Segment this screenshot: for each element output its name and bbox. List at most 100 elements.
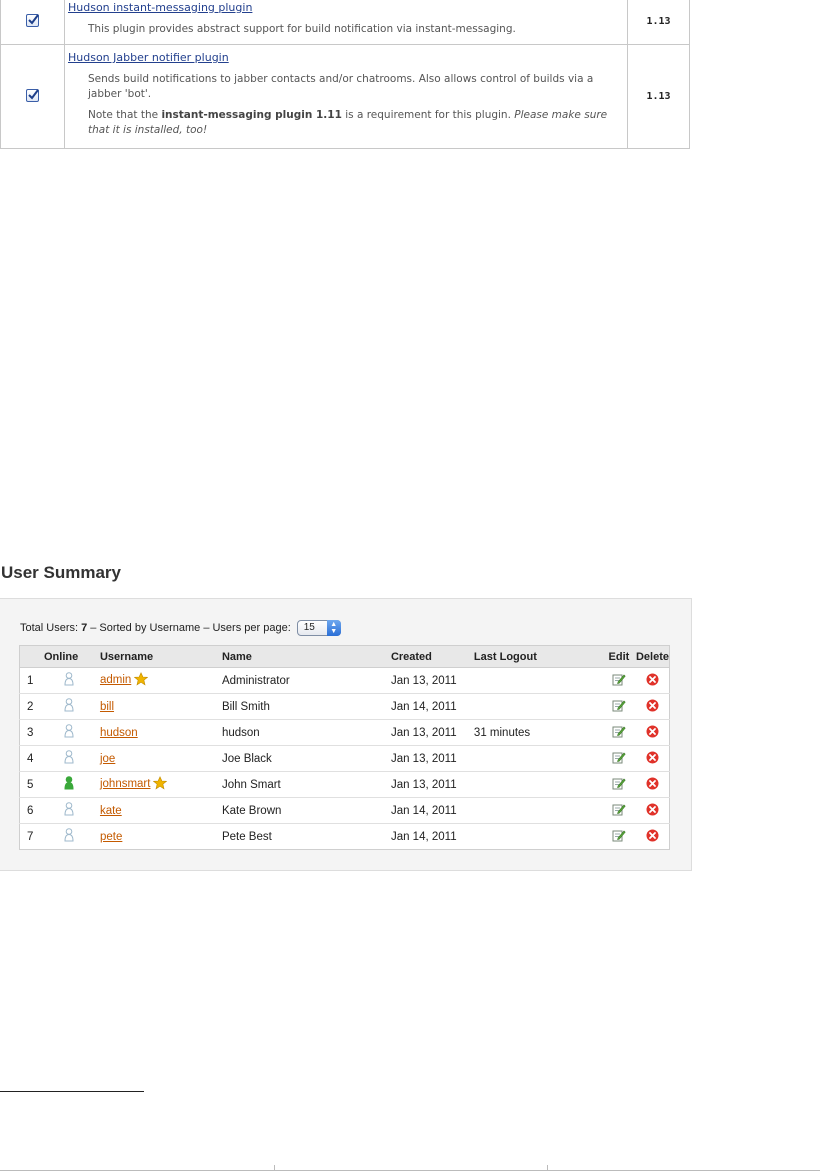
table-row: 3 hudson hudson Jan 13, 2011 31 minutes [19, 719, 670, 746]
edit-cell [601, 745, 636, 772]
users-per-page-select[interactable]: 15 ▲ ▼ [296, 620, 341, 636]
checkbox-checked-icon[interactable] [26, 14, 39, 27]
created-cell: Jan 13, 2011 [390, 771, 474, 798]
delete-cell [635, 771, 670, 798]
last-logout-cell [473, 797, 602, 824]
online-cell [44, 824, 100, 850]
note-text: Note that the [88, 109, 162, 121]
edit-icon[interactable] [612, 700, 626, 715]
row-number: 6 [19, 797, 44, 824]
row-number: 5 [19, 771, 44, 798]
col-created[interactable]: Created [390, 645, 474, 668]
edit-icon[interactable] [612, 804, 626, 819]
note-bold: instant-messaging plugin 1.11 [161, 109, 342, 121]
col-last-logout[interactable]: Last Logout [473, 645, 602, 668]
col-name[interactable]: Name [221, 645, 391, 668]
delete-icon[interactable] [646, 777, 659, 793]
row-number: 4 [19, 745, 44, 772]
created-cell: Jan 13, 2011 [390, 745, 474, 772]
user-online-icon [64, 776, 74, 793]
col-online[interactable]: Online [43, 645, 100, 668]
delete-icon[interactable] [646, 673, 659, 689]
last-logout-cell [473, 771, 602, 798]
checkbox-checked-icon[interactable] [26, 89, 39, 102]
delete-cell [635, 745, 670, 772]
delete-cell [635, 797, 670, 824]
edit-cell [602, 824, 636, 850]
col-number [19, 645, 44, 668]
created-cell: Jan 14, 2011 [390, 693, 474, 720]
online-cell [43, 797, 100, 824]
username-cell: johnsmart [99, 771, 222, 798]
table-row: 6 kate Kate Brown Jan 14, 2011 [19, 797, 670, 824]
edit-icon[interactable] [612, 778, 626, 793]
delete-icon[interactable] [646, 829, 659, 845]
username-link[interactable]: johnsmart [100, 778, 151, 790]
plugin-name-link[interactable]: Hudson instant-messaging plugin [68, 1, 623, 14]
username-link[interactable]: joe [100, 753, 115, 765]
username-link[interactable]: kate [100, 805, 122, 817]
delete-icon[interactable] [646, 751, 659, 767]
username-link[interactable]: admin [100, 674, 131, 686]
delete-cell [635, 719, 670, 746]
last-logout-cell [473, 667, 602, 694]
col-delete: Delete [635, 645, 670, 668]
table-row: 4 joe Joe Black Jan 13, 2011 [19, 745, 670, 772]
star-icon [134, 672, 149, 689]
total-users-label: Total Users: [20, 622, 79, 634]
last-logout-cell [473, 693, 602, 720]
col-username[interactable]: Username [99, 645, 222, 668]
created-cell: Jan 13, 2011 [390, 667, 474, 694]
row-number: 3 [19, 719, 44, 746]
edit-icon[interactable] [612, 726, 626, 741]
online-cell [43, 693, 100, 720]
user-summary-toolbar: Total Users: 7– Sorted by Username – User… [20, 618, 341, 638]
bottom-rule-tick [547, 1165, 548, 1171]
edit-cell [601, 667, 636, 694]
plugin-table: Hudson instant-messaging plugin This plu… [0, 0, 690, 149]
row-number: 2 [19, 693, 44, 720]
table-row: 7 pete Pete Best Jan 14, 2011 [20, 824, 670, 850]
plugin-note: Note that the instant-messaging plugin 1… [88, 108, 623, 138]
username-cell: bill [99, 693, 222, 720]
plugin-name-link[interactable]: Hudson Jabber notifier plugin [68, 51, 623, 64]
col-edit: Edit [601, 645, 636, 668]
created-cell: Jan 14, 2011 [390, 797, 474, 824]
users-table: Online Username Name Created Last Logout… [19, 645, 670, 850]
plugin-description: Sends build notifications to jabber cont… [88, 73, 594, 100]
online-cell [43, 771, 100, 798]
edit-icon[interactable] [612, 674, 626, 689]
username-link[interactable]: pete [100, 831, 122, 843]
footnote-rule [0, 1091, 144, 1092]
user-offline-icon [64, 828, 74, 845]
user-offline-icon [64, 802, 74, 819]
plugin-description-cell: Hudson Jabber notifier plugin Sends buil… [64, 44, 628, 149]
username-cell: pete [100, 824, 222, 850]
plugin-description-cell: Hudson instant-messaging plugin This plu… [64, 0, 628, 45]
delete-icon[interactable] [646, 699, 659, 715]
name-cell: John Smart [221, 771, 391, 798]
user-summary-panel: Total Users: 7– Sorted by Username – User… [0, 598, 692, 871]
last-logout-cell [474, 824, 602, 850]
online-cell [43, 667, 100, 694]
total-users-count: 7 [81, 622, 88, 634]
username-link[interactable]: hudson [100, 727, 138, 739]
plugin-version: 1.13 [627, 0, 690, 45]
delete-icon[interactable] [646, 725, 659, 741]
plugin-version: 1.13 [627, 44, 690, 149]
note-text: is a requirement for this plugin. [341, 109, 515, 121]
row-number: 7 [27, 830, 34, 843]
edit-icon[interactable] [612, 752, 626, 767]
username-link[interactable]: bill [100, 701, 114, 713]
delete-icon[interactable] [646, 803, 659, 819]
name-cell: Bill Smith [221, 693, 391, 720]
edit-cell [601, 797, 636, 824]
username-cell: joe [99, 745, 222, 772]
sort-info: – Sorted by Username – Users per page: [90, 622, 291, 634]
edit-icon[interactable] [612, 830, 626, 845]
users-per-page-value: 15 [303, 622, 315, 633]
username-cell: kate [99, 797, 222, 824]
plugin-description: This plugin provides abstract support fo… [88, 23, 516, 35]
row-number: 1 [19, 667, 44, 694]
bottom-rule-tick [274, 1165, 275, 1171]
